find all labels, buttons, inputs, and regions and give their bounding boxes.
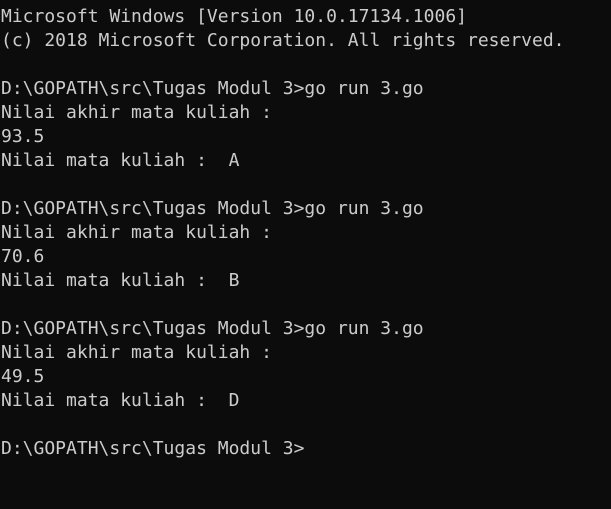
console-line-output: Nilai akhir mata kuliah :: [1, 222, 272, 243]
console-line-header-copyright: (c) 2018 Microsoft Corporation. All righ…: [1, 30, 565, 51]
console-line-output: Nilai akhir mata kuliah :: [1, 342, 272, 363]
console-line-output: Nilai mata kuliah : D: [1, 390, 240, 411]
console-line-command: D:\GOPATH\src\Tugas Modul 3>go run 3.go: [1, 318, 424, 339]
console-output[interactable]: Microsoft Windows [Version 10.0.17134.10…: [0, 0, 611, 509]
console-prompt-line[interactable]: D:\GOPATH\src\Tugas Modul 3>: [1, 437, 611, 461]
console-line-header-version: Microsoft Windows [Version 10.0.17134.10…: [1, 6, 467, 27]
console-line-output: Nilai mata kuliah : B: [1, 270, 240, 291]
console-line-output: Nilai akhir mata kuliah :: [1, 102, 272, 123]
console-line-command: D:\GOPATH\src\Tugas Modul 3>go run 3.go: [1, 198, 424, 219]
console-line-command: D:\GOPATH\src\Tugas Modul 3>go run 3.go: [1, 78, 424, 99]
console-line-output: 70.6: [1, 246, 45, 267]
console-line-output: 49.5: [1, 366, 45, 387]
console-line-output: 93.5: [1, 126, 45, 147]
console-line-output: Nilai mata kuliah : A: [1, 150, 240, 171]
